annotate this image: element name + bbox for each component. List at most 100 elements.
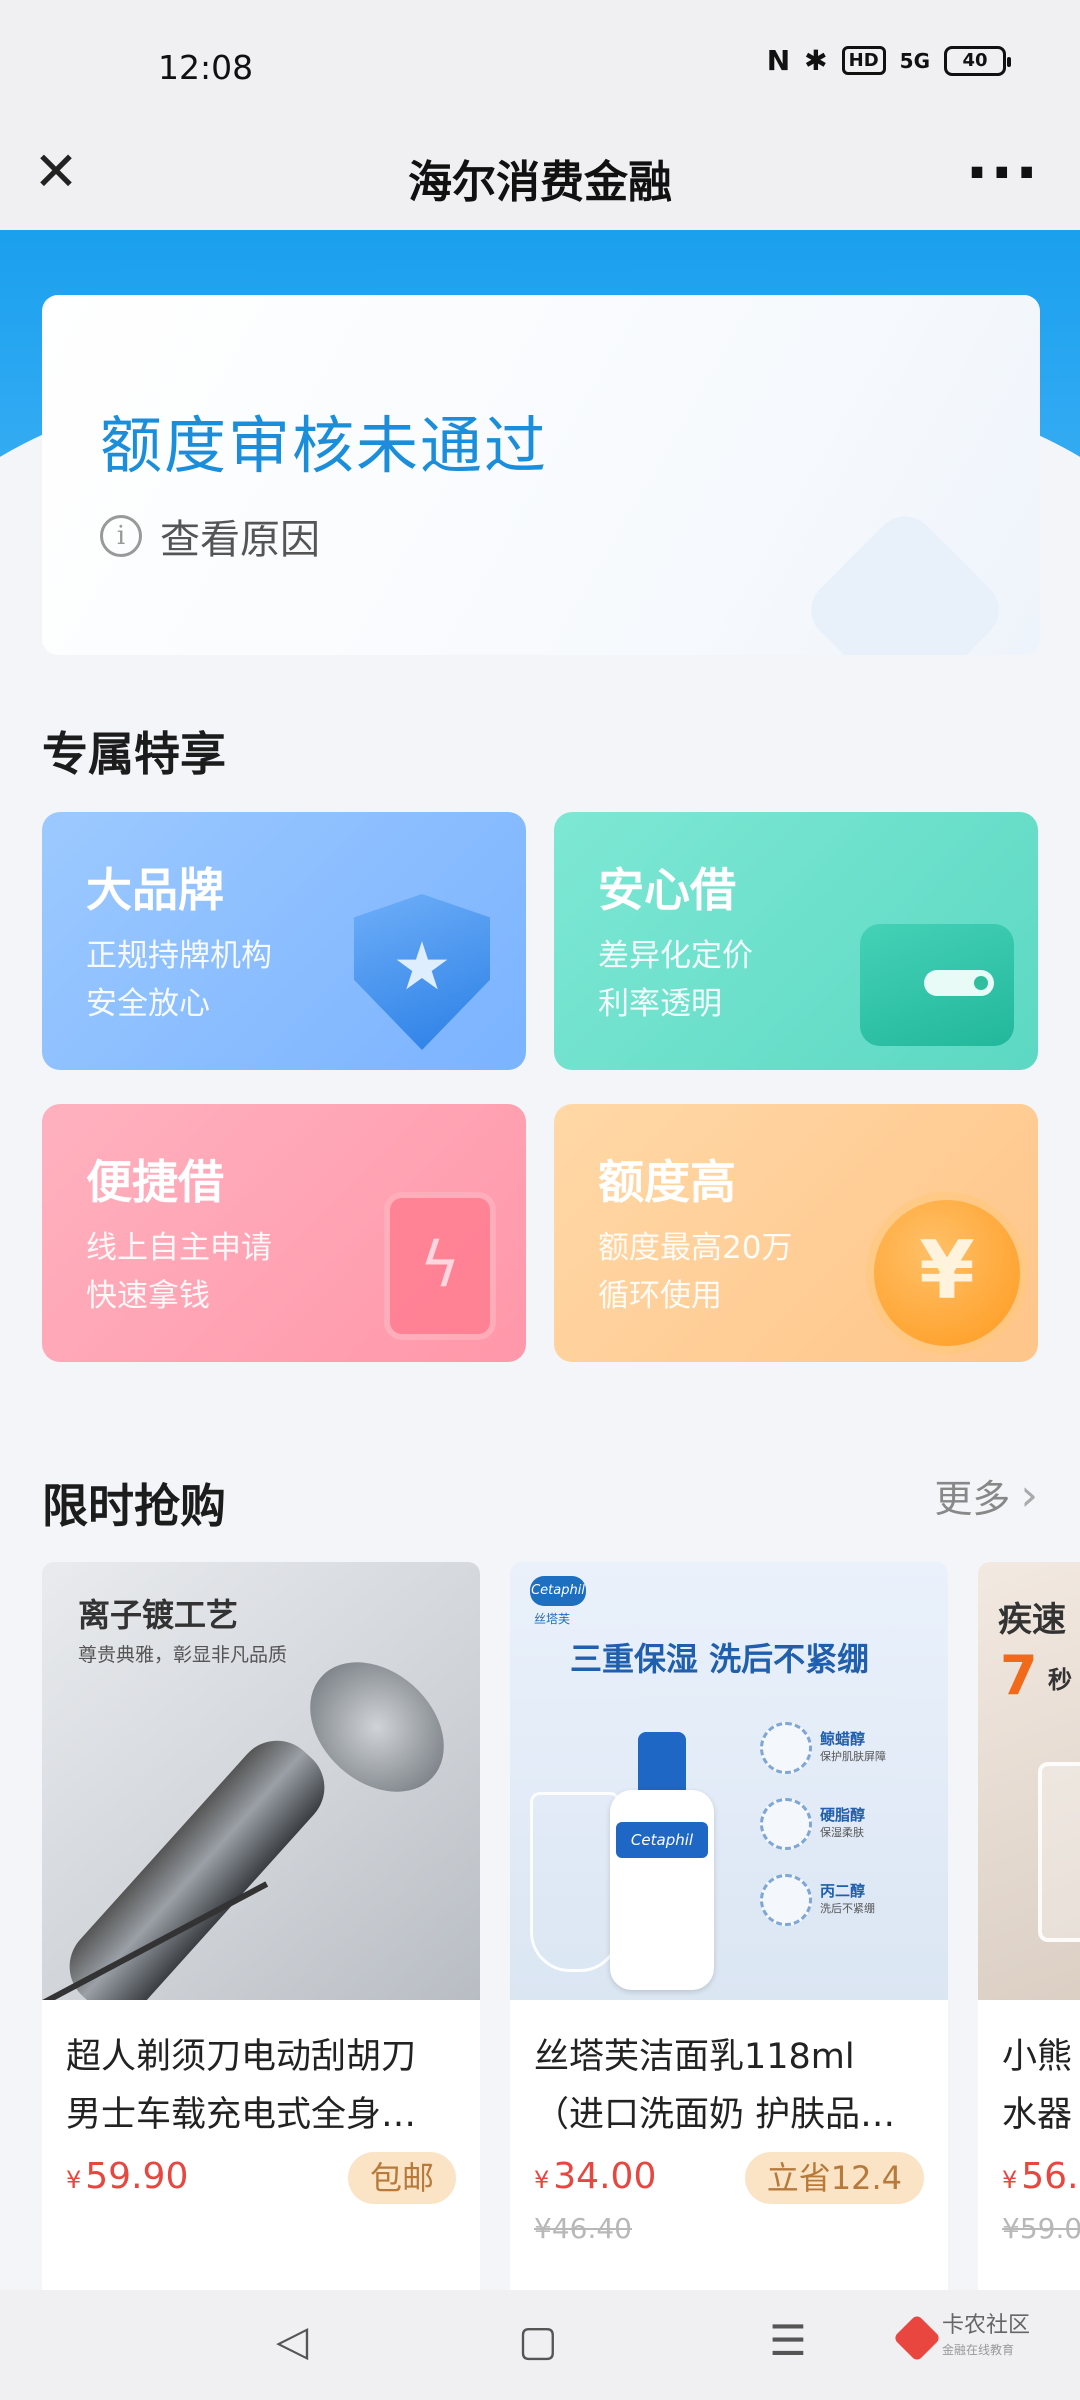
- brand-logo: Cetaphil: [530, 1576, 586, 1606]
- product-image: 离子镀工艺 尊贵典雅，彰显非凡品质: [42, 1562, 480, 2000]
- product-card[interactable]: 离子镀工艺 尊贵典雅，彰显非凡品质 超人剃须刀电动刮胡刀 男士车载充电式全身… …: [42, 1562, 480, 2290]
- view-reason-link[interactable]: i 查看原因: [100, 507, 320, 565]
- signal-icon: 5G: [899, 48, 930, 73]
- nfc-icon: N: [766, 44, 791, 77]
- ingredient-name: 丙二醇: [820, 1882, 866, 1900]
- exclusive-section-title: 专属特享: [42, 727, 226, 781]
- feature-line: 线上自主申请: [86, 1230, 272, 1266]
- ingredient-name: 硬脂醇: [820, 1806, 866, 1824]
- feature-card-high-limit[interactable]: 额度高 额度最高20万 循环使用 ¥: [554, 1104, 1038, 1362]
- feature-line: 正规持牌机构: [86, 938, 272, 974]
- original-price: ¥59.0: [1002, 2212, 1080, 2245]
- product-name: 超人剃须刀电动刮胡刀 男士车载充电式全身…: [66, 2028, 458, 2144]
- product-card[interactable]: 疾速 7 秒 小熊 水器 ¥56. ¥59.0: [978, 1562, 1080, 2290]
- price-value: 34.00: [553, 2156, 657, 2197]
- flash-sale-more-link[interactable]: 更多 ›: [934, 1468, 1038, 1523]
- image-headline: 离子镀工艺: [78, 1596, 239, 1634]
- product-carousel[interactable]: 离子镀工艺 尊贵典雅，彰显非凡品质 超人剃须刀电动刮胡刀 男士车载充电式全身… …: [42, 1562, 1080, 2290]
- currency-symbol: ¥: [1002, 2166, 1018, 2194]
- image-number: 7: [1000, 1644, 1038, 1707]
- glass-shape: [1038, 1762, 1080, 1942]
- feature-line: 差异化定价: [598, 938, 753, 974]
- recents-icon[interactable]: ☰: [758, 2316, 818, 2365]
- brand-logo-sub: 丝塔芙: [534, 1612, 571, 1626]
- product-card[interactable]: Cetaphil 丝塔芙 三重保湿 洗后不紧绷 Cetaphil 鲸蜡醇保护肌肤…: [510, 1562, 948, 2290]
- ingredient-name: 鲸蜡醇: [820, 1730, 866, 1748]
- feature-line: 快速拿钱: [86, 1278, 210, 1314]
- product-name: 小熊 水器: [1002, 2028, 1080, 2144]
- phone-bolt-icon: ϟ: [384, 1192, 496, 1340]
- product-name-line: 小熊: [1002, 2037, 1073, 2077]
- image-headline: 三重保湿 洗后不紧绷: [570, 1640, 870, 1678]
- watermark-logo-icon: [892, 2313, 942, 2363]
- watermark-name: 卡农社区: [942, 2313, 1031, 2338]
- price-value: 56.: [1021, 2156, 1079, 2197]
- decorative-diamond: [798, 503, 1012, 655]
- flash-sale-title: 限时抢购: [42, 1479, 226, 1533]
- free-shipping-badge: 包邮: [347, 2152, 456, 2204]
- ingredient-item: 丙二醇 洗后不紧绷: [760, 1874, 940, 1926]
- yen-coin-icon: ¥: [874, 1200, 1020, 1346]
- page-title: 海尔消费金融: [408, 157, 672, 208]
- price-value: 59.90: [85, 2156, 189, 2197]
- info-icon: i: [100, 515, 142, 557]
- feature-title: 大品牌: [86, 863, 224, 917]
- feature-line: 循环使用: [598, 1278, 722, 1314]
- product-name-line: 丝塔芙洁面乳118ml: [534, 2037, 855, 2077]
- feature-card-safe-borrow[interactable]: 安心借 差异化定价 利率透明: [554, 812, 1038, 1070]
- watermark-sub: 金融在线教育: [942, 2343, 1015, 2357]
- credit-status-headline: 额度审核未通过: [100, 409, 549, 482]
- image-subtitle: 尊贵典雅，彰显非凡品质: [78, 1644, 288, 1666]
- product-name-line: 水器: [1002, 2095, 1073, 2135]
- savings-badge: 立省12.4: [744, 2152, 924, 2204]
- product-price: ¥34.00: [534, 2156, 656, 2197]
- ingredient-desc: 洗后不紧绷: [820, 1902, 875, 1915]
- status-time: 12:08: [158, 48, 254, 87]
- product-name-line: （进口洗面奶 护肤品…: [534, 2095, 896, 2135]
- product-name: 丝塔芙洁面乳118ml （进口洗面奶 护肤品…: [534, 2028, 926, 2144]
- system-nav-bar: ◁ ▢ ☰ 卡农社区金融在线教育: [0, 2290, 1080, 2400]
- feature-title: 额度高: [598, 1155, 736, 1209]
- feature-line: 额度最高20万: [598, 1230, 793, 1266]
- product-image: Cetaphil 丝塔芙 三重保湿 洗后不紧绷 Cetaphil 鲸蜡醇保护肌肤…: [510, 1562, 948, 2000]
- hd-icon: HD: [841, 46, 886, 75]
- status-icons: N ✱ HD 5G 40: [766, 44, 1011, 77]
- original-price: ¥46.40: [534, 2212, 632, 2245]
- battery-icon: 40: [944, 45, 1011, 76]
- product-name-line: 超人剃须刀电动刮胡刀: [66, 2037, 417, 2077]
- product-name-line: 男士车载充电式全身…: [66, 2095, 417, 2135]
- feature-card-convenient[interactable]: 便捷借 线上自主申请 快速拿钱 ϟ: [42, 1104, 526, 1362]
- ingredient-bubble-icon: [760, 1798, 812, 1850]
- flask-shape: [530, 1792, 620, 1972]
- home-icon[interactable]: ▢: [508, 2316, 568, 2365]
- ingredient-desc: 保湿柔肤: [820, 1826, 864, 1839]
- product-image: 疾速 7 秒: [978, 1562, 1080, 2000]
- ingredient-item: 鲸蜡醇 保护肌肤屏障: [760, 1722, 940, 1774]
- ingredient-desc: 保护肌肤屏障: [820, 1750, 886, 1763]
- currency-symbol: ¥: [66, 2166, 82, 2194]
- more-label: 更多: [934, 1477, 1011, 1521]
- ingredient-bubble-icon: [760, 1874, 812, 1926]
- bluetooth-icon: ✱: [804, 44, 828, 77]
- wallet-icon: [860, 924, 1014, 1046]
- razor-body-shape: [53, 1724, 341, 2000]
- feature-line: 利率透明: [598, 986, 722, 1022]
- more-icon[interactable]: ···: [966, 138, 1040, 208]
- credit-status-card: 额度审核未通过 i 查看原因: [42, 295, 1040, 655]
- status-bar: 12:08 N ✱ HD 5G 40: [0, 0, 1080, 120]
- image-unit: 秒: [1048, 1666, 1072, 1694]
- feature-line: 安全放心: [86, 986, 210, 1022]
- feature-title: 安心借: [598, 863, 736, 917]
- back-icon[interactable]: ◁: [262, 2316, 322, 2365]
- bottle-label: Cetaphil: [616, 1822, 708, 1858]
- top-navbar: ✕ 海尔消费金融 ···: [0, 120, 1080, 230]
- image-headline: 疾速: [998, 1600, 1066, 1640]
- watermark: 卡农社区金融在线教育: [892, 2313, 1031, 2363]
- shield-star-icon: ★: [354, 894, 490, 1050]
- currency-symbol: ¥: [534, 2166, 550, 2194]
- bottle-shape: Cetaphil: [610, 1732, 714, 1992]
- product-price: ¥56.: [1002, 2156, 1079, 2197]
- ingredient-bubble-icon: [760, 1722, 812, 1774]
- ingredient-item: 硬脂醇 保湿柔肤: [760, 1798, 940, 1850]
- feature-card-big-brand[interactable]: 大品牌 正规持牌机构 安全放心 ★: [42, 812, 526, 1070]
